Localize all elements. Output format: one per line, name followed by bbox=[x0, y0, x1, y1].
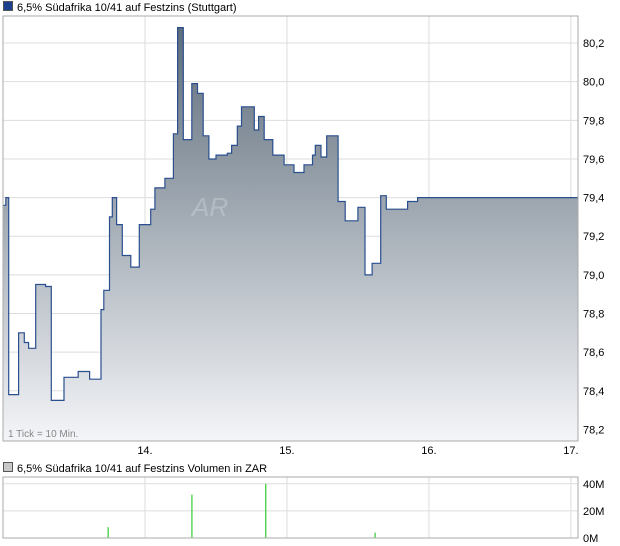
price-y-tick-label: 78,2 bbox=[583, 424, 604, 436]
price-y-tick-label: 79,0 bbox=[583, 270, 604, 282]
volume-bar bbox=[107, 527, 109, 538]
price-y-tick-label: 79,4 bbox=[583, 193, 604, 205]
volume-bar bbox=[191, 494, 193, 538]
price-y-tick-label: 79,2 bbox=[583, 231, 604, 243]
volume-chart-legend: 6,5% Südafrika 10/41 auf Festzins Volume… bbox=[3, 462, 267, 476]
volume-chart-title: 6,5% Südafrika 10/41 auf Festzins Volume… bbox=[17, 463, 268, 475]
price-y-tick-label: 80,2 bbox=[583, 38, 604, 50]
watermark: AR bbox=[190, 192, 228, 222]
price-y-tick-label: 78,6 bbox=[583, 347, 604, 359]
price-x-tick-label: 17. bbox=[563, 445, 578, 457]
price-y-tick-label: 78,8 bbox=[583, 309, 604, 321]
volume-series-swatch bbox=[3, 462, 13, 472]
volume-y-axis: 40M 20M 0M bbox=[583, 479, 604, 545]
price-y-tick-label: 78,4 bbox=[583, 386, 604, 398]
price-y-tick-label: 80,0 bbox=[583, 77, 604, 89]
volume-y-tick-label: 0M bbox=[583, 533, 598, 545]
price-y-tick-label: 79,8 bbox=[583, 115, 604, 127]
volume-grid bbox=[3, 477, 578, 539]
tick-interval-note: 1 Tick = 10 Min. bbox=[8, 429, 78, 440]
price-y-tick-label: 79,6 bbox=[583, 154, 604, 166]
price-y-axis: 80,2 80,0 79,8 79,6 79,4 79,2 79,0 78,8 78,6 78,4… bbox=[583, 38, 604, 436]
volume-chart-frame bbox=[2, 476, 579, 539]
volume-bar bbox=[265, 483, 267, 538]
price-x-tick-label: 14. bbox=[137, 445, 152, 457]
price-x-tick-label: 15. bbox=[279, 445, 294, 457]
volume-chart: 40M 20M 0M bbox=[2, 476, 604, 545]
volume-bar bbox=[374, 532, 376, 538]
volume-y-tick-label: 20M bbox=[583, 506, 604, 518]
price-x-tick-label: 16. bbox=[421, 445, 436, 457]
price-chart: AR 80,2 80,0 79,8 79,6 79,4 79,2 79,0 78,8 78,6 7… bbox=[2, 15, 604, 457]
volume-y-tick-label: 40M bbox=[583, 479, 604, 491]
price-x-axis: 14. 15. 16. 17. bbox=[137, 445, 578, 457]
